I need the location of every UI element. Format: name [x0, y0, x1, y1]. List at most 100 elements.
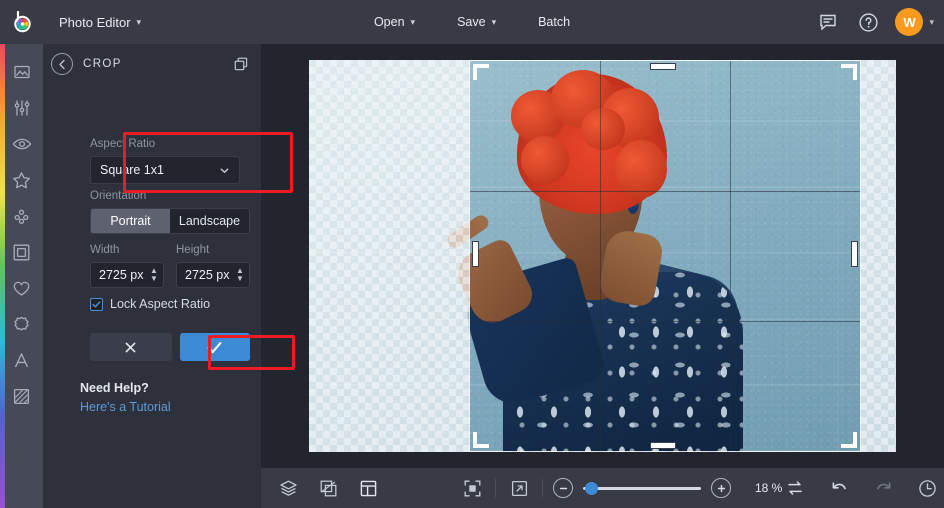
width-label: Width [90, 244, 164, 256]
sidebar-item-effects[interactable] [0, 126, 43, 162]
bottom-right-tools [782, 475, 944, 501]
orientation-landscape-button[interactable]: Landscape [170, 209, 249, 233]
crop-handle-bottom-right[interactable] [853, 432, 857, 448]
crop-handle-left-center[interactable] [472, 241, 479, 267]
sidebar-item-textures[interactable] [0, 198, 43, 234]
avatar-menu-chevron-down-icon[interactable]: ▾ [929, 18, 934, 27]
zoom-slider-knob[interactable] [585, 482, 598, 495]
close-x-icon [123, 340, 138, 355]
lock-aspect-ratio-checkbox[interactable] [90, 298, 103, 311]
crop-handle-right-center[interactable] [851, 241, 858, 267]
crop-grid-line [470, 321, 860, 322]
sidebar-item-pattern[interactable] [0, 378, 43, 414]
chevron-down-icon[interactable]: ▼ [236, 276, 244, 282]
batch-label: Batch [538, 15, 570, 29]
crop-box[interactable] [470, 61, 860, 451]
height-column: Height 2725 px ▲ ▼ [176, 244, 250, 288]
minus-icon [558, 483, 569, 494]
photo-canvas[interactable] [309, 60, 896, 452]
compare-swap-icon[interactable] [782, 475, 808, 501]
panel-layout-icon[interactable] [355, 475, 381, 501]
crop-grid-line [600, 61, 601, 451]
batch-button[interactable]: Batch [527, 9, 581, 35]
checkmark-icon [205, 338, 224, 357]
crop-dim-left [309, 60, 470, 452]
tool-rail-list [0, 44, 43, 414]
aspect-ratio-label: Aspect Ratio [90, 138, 240, 150]
layers-icon[interactable] [275, 475, 301, 501]
width-stepper[interactable]: ▲ ▼ [147, 264, 161, 286]
height-value: 2725 px [185, 268, 233, 282]
divider [495, 479, 496, 497]
zoom-in-button[interactable] [711, 478, 731, 498]
width-input[interactable]: 2725 px ▲ ▼ [90, 262, 164, 288]
crop-handle-top-left[interactable] [473, 64, 477, 80]
transform-icon[interactable] [315, 475, 341, 501]
redo-arrow-icon[interactable] [870, 475, 896, 501]
canvas-area[interactable] [261, 44, 944, 468]
avatar-initial: W [903, 15, 915, 30]
tool-rail [0, 44, 43, 508]
zoom-out-button[interactable] [553, 478, 573, 498]
height-input[interactable]: 2725 px ▲ ▼ [176, 262, 250, 288]
sidebar-item-stickers[interactable] [0, 270, 43, 306]
chevron-down-icon: ▾ [137, 18, 142, 27]
aspect-ratio-select[interactable]: Square 1x1 [90, 156, 240, 184]
lock-aspect-ratio-label: Lock Aspect Ratio [110, 297, 210, 311]
crop-dim-right [860, 60, 896, 452]
orientation-toggle: Portrait Landscape [90, 208, 250, 234]
history-clock-icon[interactable] [914, 475, 940, 501]
avatar[interactable]: W [895, 8, 923, 36]
sidebar-item-adjust[interactable] [0, 90, 43, 126]
panel-header: CROP [43, 44, 261, 84]
open-button[interactable]: Open ▾ [363, 9, 426, 35]
app-title-label: Photo Editor [59, 15, 131, 30]
chevron-down-icon[interactable]: ▼ [150, 276, 158, 282]
crop-actions [90, 333, 250, 361]
aspect-ratio-value: Square 1x1 [100, 163, 164, 177]
back-arrow-icon[interactable] [51, 53, 73, 75]
crop-handle-bottom-center[interactable] [650, 442, 676, 449]
sidebar-item-image[interactable] [0, 54, 43, 90]
crop-handle-bottom-left[interactable] [473, 432, 477, 448]
tutorial-link[interactable]: Here's a Tutorial [80, 400, 171, 414]
height-stepper[interactable]: ▲ ▼ [233, 264, 247, 286]
help-title: Need Help? [80, 381, 171, 395]
lock-aspect-ratio-row[interactable]: Lock Aspect Ratio [90, 297, 210, 311]
bottom-toolbar: 18 % [261, 468, 944, 508]
brand-gradient-stripe [0, 44, 5, 508]
crop-handle-top-right[interactable] [853, 64, 857, 80]
crop-handle-top-center[interactable] [650, 63, 676, 70]
plus-icon [716, 483, 727, 494]
save-label: Save [457, 15, 486, 29]
apply-button[interactable] [180, 333, 250, 361]
orientation-label: Orientation [90, 190, 250, 202]
photo-editor-app: Photo Editor ▾ Open ▾ Save ▾ Batch [0, 0, 944, 508]
sidebar-item-frames[interactable] [0, 234, 43, 270]
app-title-menu[interactable]: Photo Editor ▾ [48, 9, 152, 35]
header-right-actions: W ▾ [815, 0, 934, 44]
cancel-button[interactable] [90, 333, 172, 361]
save-button[interactable]: Save ▾ [446, 9, 507, 35]
aspect-ratio-group: Aspect Ratio Square 1x1 [80, 128, 250, 195]
sidebar-item-text[interactable] [0, 342, 43, 378]
page-title: CROP [83, 58, 223, 70]
chevron-down-icon: ▾ [411, 18, 416, 27]
bottom-left-tools [261, 475, 381, 501]
crop-dim-bottom [470, 451, 860, 452]
app-header: Photo Editor ▾ Open ▾ Save ▾ Batch [0, 0, 944, 44]
question-circle-icon[interactable] [855, 9, 881, 35]
zoom-slider[interactable] [583, 480, 701, 496]
sidebar-item-overlays[interactable] [0, 162, 43, 198]
width-column: Width 2725 px ▲ ▼ [90, 244, 164, 288]
duplicate-layers-icon[interactable] [233, 56, 249, 72]
sidebar-item-badges[interactable] [0, 306, 43, 342]
comment-icon[interactable] [815, 9, 841, 35]
orientation-portrait-button[interactable]: Portrait [91, 209, 170, 233]
zoom-slider-track[interactable] [583, 487, 701, 490]
undo-arrow-icon[interactable] [826, 475, 852, 501]
fit-to-screen-icon[interactable] [459, 475, 485, 501]
brand-logo[interactable] [0, 0, 44, 44]
expand-arrow-icon[interactable] [506, 475, 532, 501]
height-label: Height [176, 244, 250, 256]
